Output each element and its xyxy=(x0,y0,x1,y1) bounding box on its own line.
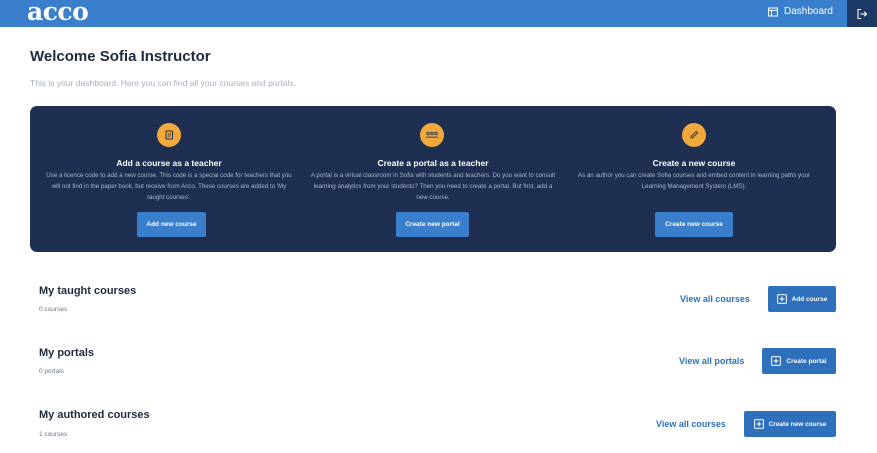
add-new-course-button[interactable]: Add new course xyxy=(137,212,206,237)
page-subtitle: This is your dashboard. Here you can fin… xyxy=(30,78,296,88)
acco-logo[interactable]: acco xyxy=(27,0,89,26)
view-all-taught-courses-link[interactable]: View all courses xyxy=(680,294,750,304)
create-new-portal-button[interactable]: Create new portal xyxy=(396,212,469,237)
view-all-authored-courses-link[interactable]: View all courses xyxy=(656,419,726,429)
section-title-taught-courses: My taught courses xyxy=(39,285,137,297)
plus-box-icon xyxy=(753,419,764,429)
add-course-button[interactable]: Add course xyxy=(768,286,836,312)
create-new-course-label: Create new course xyxy=(768,420,827,428)
add-course-label: Add course xyxy=(791,295,828,303)
dashboard-label: Dashboard xyxy=(784,6,833,17)
logout-button[interactable] xyxy=(847,0,877,27)
logout-icon xyxy=(857,8,868,19)
group-icon xyxy=(420,123,444,147)
book-icon xyxy=(157,123,181,147)
create-portal-label: Create portal xyxy=(786,357,827,365)
pencil-icon xyxy=(682,123,706,147)
promo-description: Use a licence code to add a new course. … xyxy=(46,172,292,201)
taught-courses-count: 0 courses xyxy=(39,306,68,313)
promo-title: Create a portal as a teacher xyxy=(377,158,489,168)
dashboard-icon xyxy=(768,7,778,16)
plus-box-icon xyxy=(771,356,782,366)
create-portal-button[interactable]: Create portal xyxy=(762,348,836,374)
view-all-portals-link[interactable]: View all portals xyxy=(679,356,744,366)
promo-title: Create a new course xyxy=(652,158,736,168)
top-bar: acco Dashboard xyxy=(0,0,877,27)
create-new-course-section-button[interactable]: Create new course xyxy=(744,411,836,437)
dashboard-link[interactable]: Dashboard xyxy=(768,6,833,17)
section-title-portals: My portals xyxy=(39,347,95,359)
promo-title: Add a course as a teacher xyxy=(116,158,222,168)
page-title: Welcome Sofia Instructor xyxy=(30,48,211,65)
authored-courses-count: 1 courses xyxy=(39,431,68,438)
section-title-authored-courses: My authored courses xyxy=(39,409,150,421)
create-new-course-button[interactable]: Create new course xyxy=(655,212,733,237)
plus-box-icon xyxy=(776,294,787,304)
promo-description: As an author you can create Sofia course… xyxy=(577,172,811,190)
promo-description: A portal is a virtual classroom in Sofia… xyxy=(310,172,556,201)
portals-count: 0 portals xyxy=(39,368,64,375)
